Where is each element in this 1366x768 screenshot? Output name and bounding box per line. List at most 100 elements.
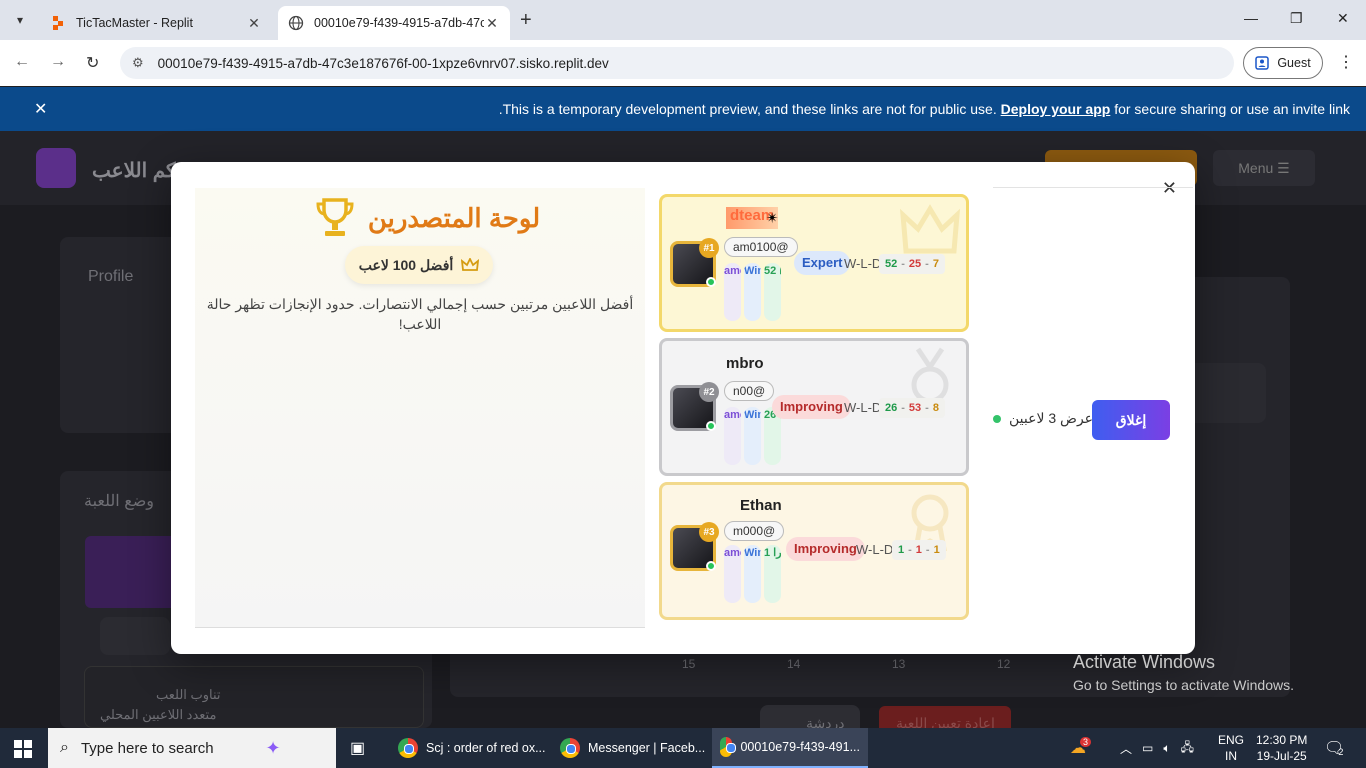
profile-label: Guest <box>1277 56 1311 70</box>
new-tab-plus-icon[interactable]: + <box>520 9 532 32</box>
chevron-up-icon[interactable]: ︿ <box>1120 740 1132 757</box>
rank-badge: #3 <box>699 522 719 542</box>
avatar: #3 <box>670 522 719 571</box>
leaderboard-title: لوحة المتصدرين <box>367 202 541 233</box>
avatar: #2 <box>670 382 719 431</box>
weather-badge: 3 <box>1080 737 1092 747</box>
online-indicator <box>706 421 716 431</box>
tab-close-icon[interactable]: ✕ <box>246 15 262 32</box>
selected-mode-option[interactable] <box>85 536 185 608</box>
tab-title: 00010e79-f439-4915-a7db-47c <box>314 16 484 30</box>
system-tray: ︿ ▭ 🔈︎ 🖧︎ <box>1120 728 1194 768</box>
top-100-label: أفضل 100 لاعب <box>358 256 454 273</box>
address-bar[interactable]: ⚙ 00010e79-f439-4915-a7db-47c3e187676f-0… <box>120 47 1234 79</box>
draws: 1 <box>933 544 940 556</box>
board-number: 12 <box>997 657 1011 671</box>
tab-close-icon[interactable]: ✕ <box>484 15 500 32</box>
browser-toolbar: ← → ↻ ⚙ 00010e79-f439-4915-a7db-47c3e187… <box>0 40 1366 86</box>
activate-line-2: Go to Settings to activate Windows. <box>1073 677 1294 693</box>
clock[interactable]: 12:30 PM 19-Jul-25 <box>1256 732 1307 764</box>
profile-label: Profile <box>88 268 134 285</box>
rank-badge: #1 <box>699 238 719 258</box>
taskbar-app-chrome-2[interactable]: Messenger | Faceb... <box>552 728 713 768</box>
close-button[interactable]: إغلاق <box>1092 400 1170 440</box>
divider <box>993 187 1193 188</box>
network-icon[interactable]: 🖧︎ <box>1181 738 1194 759</box>
modal-close-icon[interactable]: ✕ <box>1162 178 1177 199</box>
windows-taskbar: ⌕ Type here to search ✦ ▣ Scj : order of… <box>0 728 1366 768</box>
taskbar-search[interactable]: ⌕ Type here to search ✦ <box>48 728 336 768</box>
task-view-icon[interactable]: ▣ <box>350 738 365 758</box>
wins: 1 <box>898 544 905 556</box>
wld-label: W-L-D <box>844 400 882 415</box>
forward-arrow-icon[interactable]: → <box>50 53 66 71</box>
leaderboard-description: أفضل اللاعبين مرتبين حسب إجمالي الانتصار… <box>206 296 634 332</box>
avatar: #1 <box>670 238 719 287</box>
level-badge: Improving <box>786 537 865 561</box>
notifications-icon[interactable]: 🗨︎ 2 <box>1324 728 1344 768</box>
minimize-icon[interactable]: — <box>1244 10 1258 26</box>
player-card-2[interactable]: #2 mbro n00@ ames 7 Win Rate % صارا 26 I… <box>659 338 969 476</box>
rank-badge: #2 <box>699 382 719 402</box>
volume-icon[interactable]: 🔈︎ <box>1163 741 1170 756</box>
winrate-stat: Win Rate % <box>744 407 761 465</box>
time: 12:30 PM <box>1256 733 1308 747</box>
date: 19-Jul-25 <box>1256 749 1307 763</box>
player-count: عرض 3 لاعبين <box>993 410 1093 427</box>
games-stat: ames 84 <box>724 263 741 321</box>
trophy-icon <box>316 198 354 236</box>
taskbar-app-label: Messenger | Faceb... <box>588 741 706 755</box>
player-handle: am0100@ <box>724 237 798 257</box>
globe-icon <box>288 15 304 31</box>
mode-dropdown[interactable] <box>100 617 170 655</box>
activate-line-1: Activate Windows <box>1073 652 1216 672</box>
site-info-tune-icon[interactable]: ⚙ <box>132 55 144 71</box>
tab-tictacmaster[interactable]: TicTacMaster - Replit ✕ <box>40 6 272 40</box>
profile-button[interactable]: Guest <box>1243 47 1323 79</box>
status-dot <box>993 414 1001 423</box>
browser-menu-icon[interactable]: ⋮ <box>1338 52 1354 72</box>
tab-preview[interactable]: 00010e79-f439-4915-a7db-47c ✕ <box>278 6 510 40</box>
chat-label: دردشة <box>806 715 845 728</box>
victories-stat: صارا 1 <box>764 545 781 603</box>
tab-title: TicTacMaster - Replit <box>76 16 193 30</box>
games-stat: ames 3 <box>724 545 741 603</box>
menu-button[interactable]: Menu ☰ <box>1213 150 1315 186</box>
winrate-stat: Win Rate 3% <box>744 545 761 603</box>
restore-icon[interactable]: ❐ <box>1290 10 1303 27</box>
activate-windows-watermark: Activate Windows Go to Settings to activ… <box>1073 652 1294 693</box>
windows-start-icon[interactable] <box>14 740 32 758</box>
window-close-icon[interactable]: ✕ <box>1337 10 1349 27</box>
banner-close-icon[interactable]: ✕ <box>34 99 47 119</box>
back-arrow-icon[interactable]: ← <box>14 53 30 71</box>
search-icon: ⌕ <box>60 739 69 756</box>
player-count-label: عرض 3 لاعبين <box>1009 410 1094 426</box>
taskbar-app-chrome-1[interactable]: Scj : order of red ox... <box>390 728 554 768</box>
level-badge: Improving <box>772 395 851 419</box>
tab-search-chevron-icon[interactable]: ▾ <box>8 8 32 32</box>
language-indicator[interactable]: ENG IN <box>1218 732 1244 764</box>
taskbar-app-chrome-3[interactable]: 00010e79-f439-491... <box>712 728 868 768</box>
option-subtitle: متعدد اللاعبين المحلي <box>100 707 217 722</box>
player-card-3[interactable]: #3 Ethan m000@ ames 3 Win Rate 3% صارا 1… <box>659 482 969 620</box>
player-handle: n00@ <box>724 381 775 401</box>
meet-icon[interactable]: ▭ <box>1142 741 1153 755</box>
victories-stat: صارا 52 <box>764 263 781 321</box>
deploy-link[interactable]: Deploy your app <box>1001 101 1111 117</box>
taskbar-app-label: 00010e79-f439-491... <box>740 740 860 754</box>
player-handle: m000@ <box>724 521 785 541</box>
search-placeholder: Type here to search <box>80 739 214 757</box>
online-indicator <box>706 277 716 287</box>
losses: 25 <box>908 258 922 270</box>
board-number: 14 <box>787 657 801 671</box>
reload-icon[interactable]: ↻ <box>86 53 99 73</box>
wld-values: 26-53-8 <box>879 398 945 418</box>
weather-icon[interactable]: ☁ 3 <box>1070 728 1092 768</box>
top-100-chip: أفضل 100 لاعب <box>345 246 493 284</box>
game-mode-heading: وضع اللعبة <box>84 493 155 510</box>
games-stat: ames 7 <box>724 407 741 465</box>
player-card-1[interactable]: #1 dteam ✴ am0100@ ames 84 Win Rate 2% ص… <box>659 194 969 332</box>
lang-top: ENG <box>1218 733 1245 747</box>
wld-label: W-L-D <box>844 256 882 271</box>
star-icon: ✴ <box>766 210 779 227</box>
